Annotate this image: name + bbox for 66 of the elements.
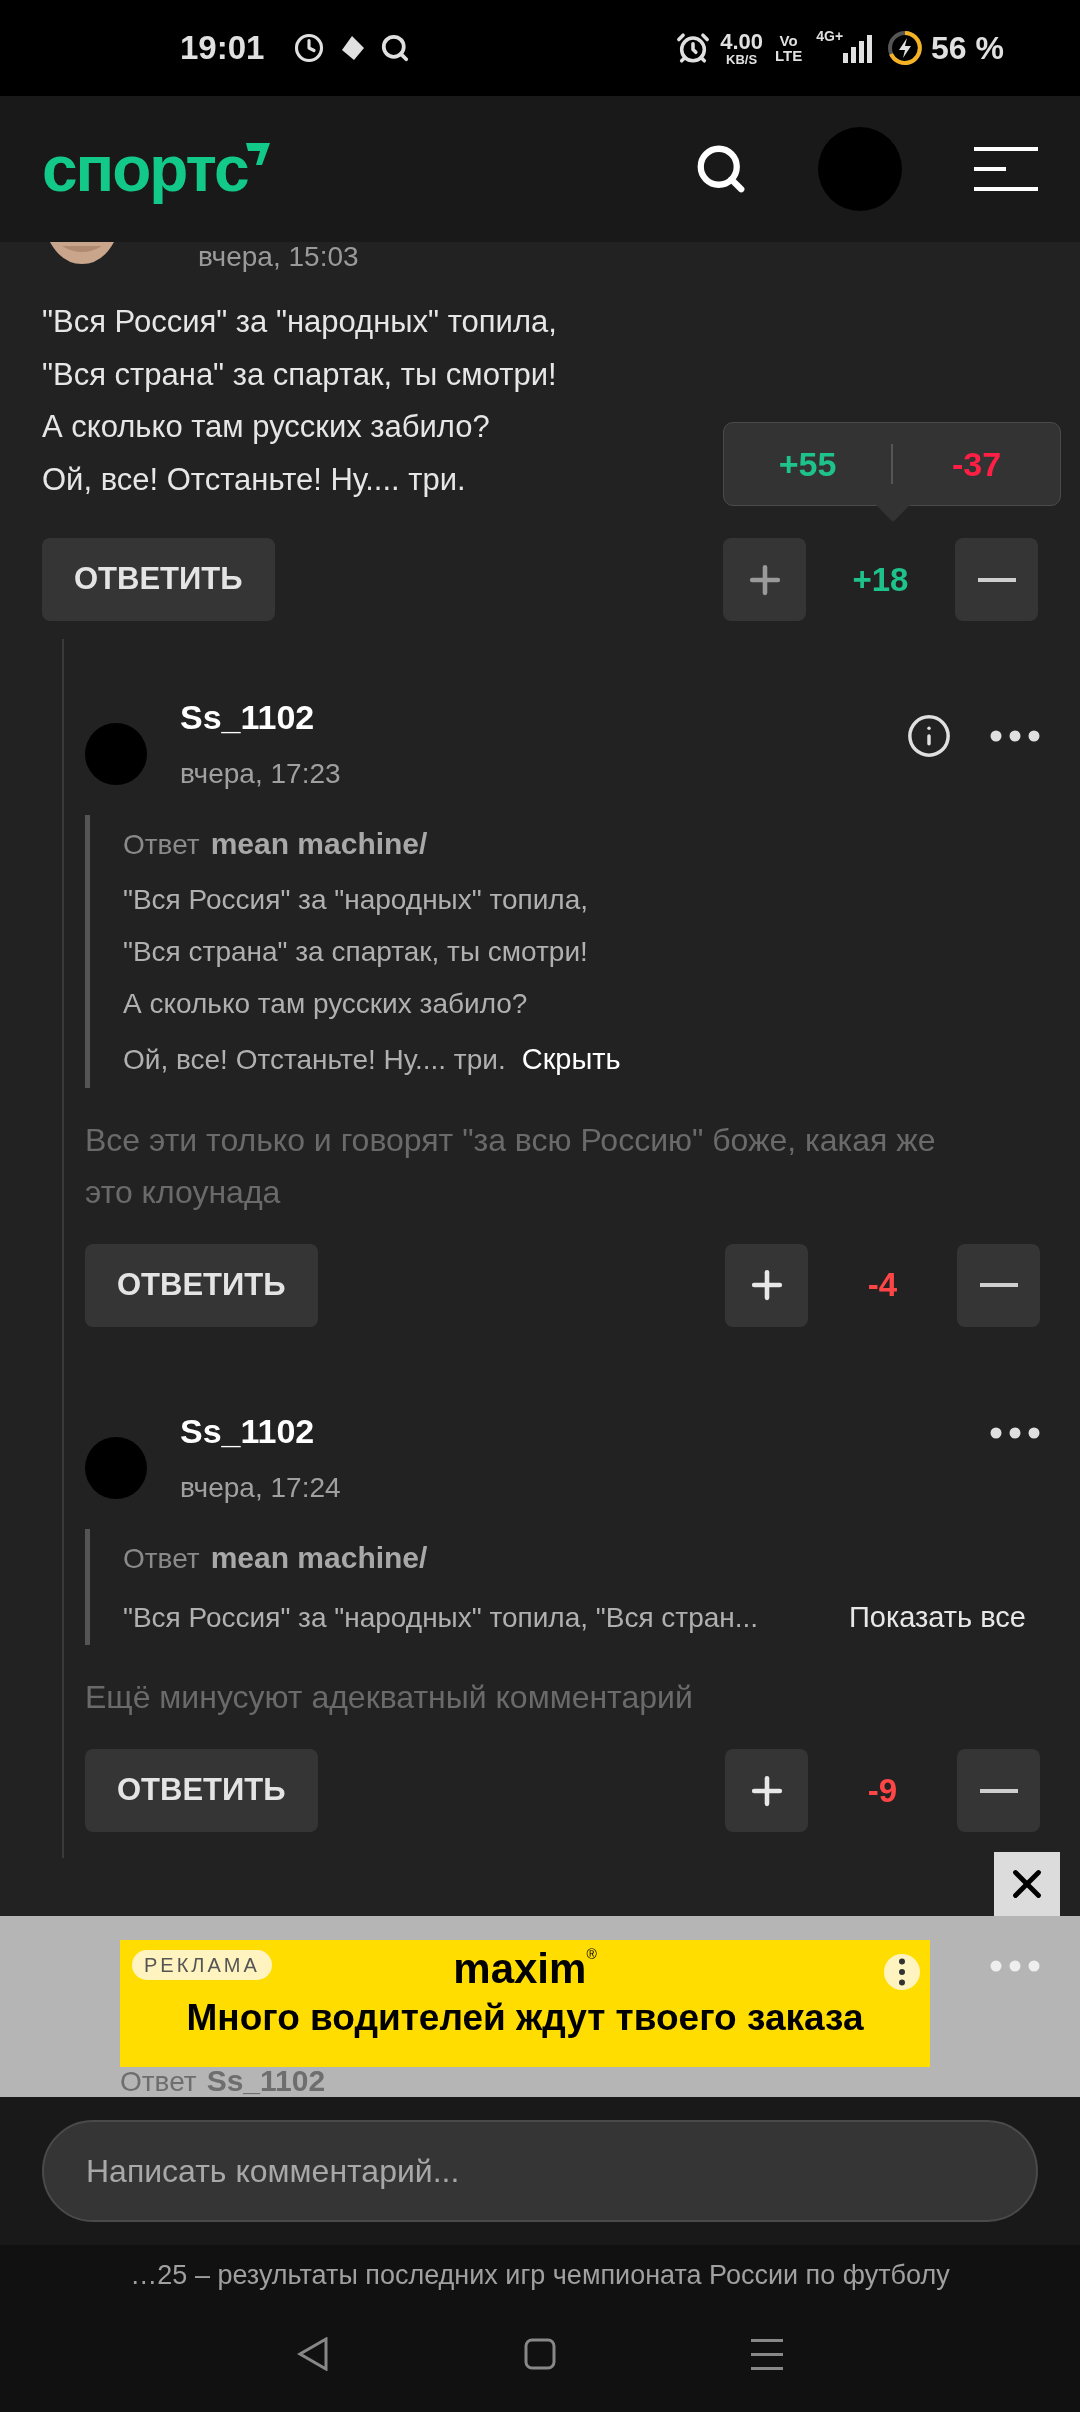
back-icon[interactable] [297,2336,330,2371]
quote-line: А сколько там русских забило? [123,987,528,1021]
signal-icon [843,33,874,63]
quote-line: Ой, все! Отстаньте! Ну.... три. [123,1043,506,1077]
close-ad-button[interactable] [994,1852,1060,1916]
upvote-button[interactable] [725,1243,808,1327]
quote-line: "Вся Россия" за "народных" топила, "Вся стран... [123,1600,759,1635]
network-speed: 4.00 [720,30,763,53]
downvote-button[interactable] [957,1749,1040,1832]
info-icon[interactable] [906,713,952,759]
quote-label: Ответ [120,2067,197,2097]
score: -4 [866,1265,899,1306]
more-icon[interactable] [990,1426,1040,1439]
downvote-count: -37 [950,443,1003,485]
comment-input[interactable]: Написать комментарий... [42,2120,1038,2222]
recents-icon[interactable] [750,2336,783,2371]
minus-icon [979,1788,1018,1793]
quote-label: Ответ [123,1541,200,1576]
quote-line: "Вся страна" за спартак, ты смотри! [123,935,588,969]
timestamp: вчера, 15:03 [198,242,359,272]
comment-text: Все эти только и говорят "за всю Россию" боже, какая же это клоунада [85,1120,937,1212]
score: +18 [851,559,910,600]
ad-banner[interactable]: РЕКЛАМА maxim® Много водителей ждут твоего заказа [120,1940,930,2067]
clock-time: 19:01 [180,28,265,69]
timestamp: вчера, 17:24 [180,1470,342,1505]
more-icon[interactable] [990,730,1040,742]
ad-label: РЕКЛАМА [132,1950,272,1980]
minus-icon [979,1283,1018,1287]
reply-button[interactable]: ОТВЕТИТЬ [85,1243,318,1327]
volte-label: Vo [779,33,798,48]
hide-link[interactable]: Скрыть [521,1038,621,1082]
comment-text: Ещё минусуют адекватный комментарий [85,1678,694,1717]
downvote-button[interactable] [957,1243,1040,1327]
ad-brand: maxim [453,1944,587,1994]
username[interactable]: Ss_1102 [180,1404,990,1457]
reply-button[interactable]: ОТВЕТИТЬ [85,1749,318,1832]
timestamp: вчера, 17:23 [180,757,342,791]
downvote-button[interactable] [955,538,1038,621]
quote-author[interactable]: mean machine/ [210,821,428,866]
ad-headline: Много водителей ждут твоего заказа [186,1996,864,2040]
menu-icon[interactable] [974,147,1038,191]
clock-icon [294,33,325,63]
network-speed-unit: KB/S [726,52,758,66]
username[interactable]: Ss_1102 [180,691,906,743]
more-icon [990,1960,1040,1972]
battery-percent: 56 % [931,29,1004,68]
quote-line: "Вся Россия" за "народных" топила, [123,883,588,917]
registered-mark: ® [586,1945,597,1962]
upvote-button[interactable] [725,1749,808,1832]
more-icon[interactable] [884,1954,920,1990]
score: -9 [866,1770,899,1811]
quote-author: Ss_1102 [206,2066,326,2096]
comment-text: "Вся Россия" за "народных" топила, "Вся страна" за спартак, ты смотри! А сколько там русских забило? Ой, все! Отстаньте! Ну.... три. [42,303,557,499]
quote-label: Ответ [123,828,200,862]
reply-button[interactable]: ОТВЕТИТЬ [42,538,275,621]
battery-charging-icon [887,30,924,66]
search-icon [380,33,411,63]
show-all-link[interactable]: Показать все [848,1595,1026,1639]
alarm-icon [676,31,711,65]
lte-label: LTE [775,48,803,63]
quote-author[interactable]: mean machine/ [210,1534,428,1580]
network-type: 4G+ [816,27,844,46]
home-icon[interactable] [524,2337,556,2370]
minus-icon [977,577,1016,582]
upvote-count: +55 [777,443,838,485]
footer-text: …25 – результаты последних игр чемпионата России по футболу [130,2259,950,2292]
